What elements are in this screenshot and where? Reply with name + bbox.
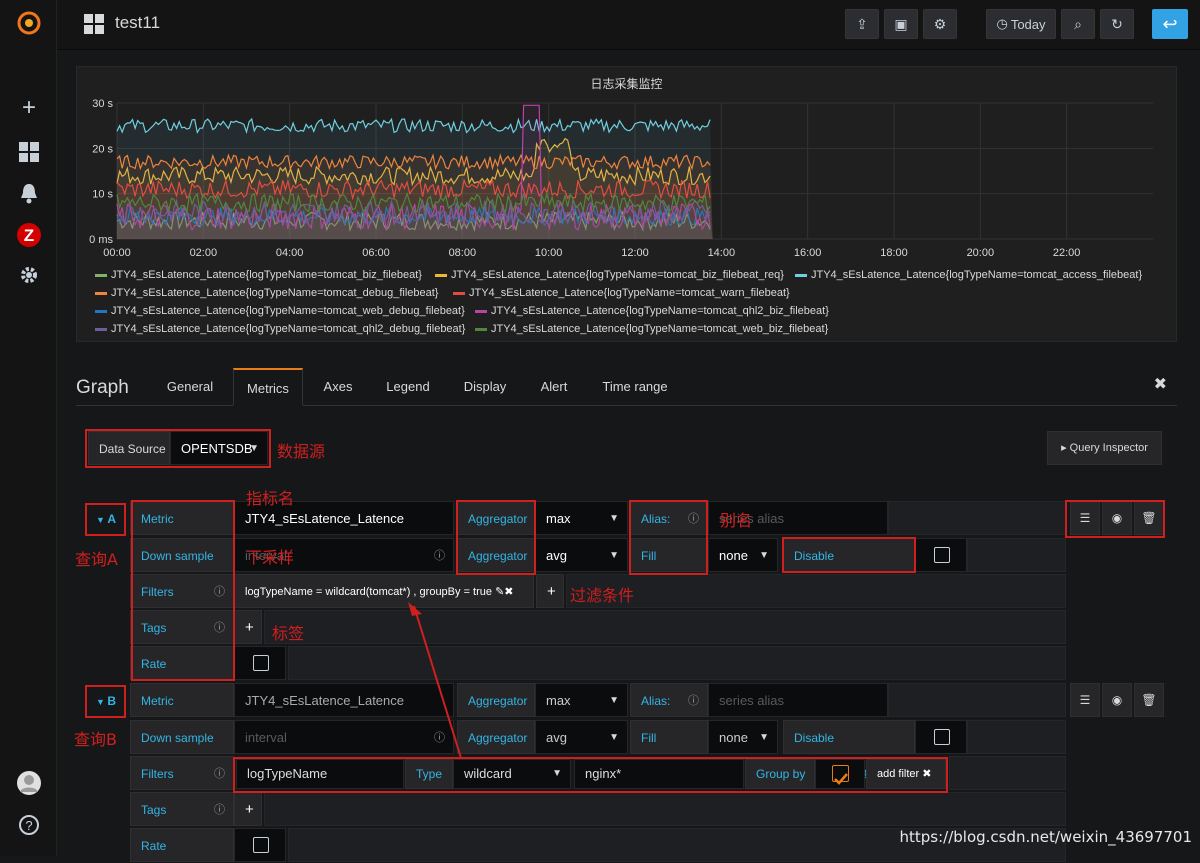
annotation-arrow bbox=[0, 0, 1200, 856]
watermark: https://blog.csdn.net/weixin_43697701 bbox=[899, 828, 1192, 846]
